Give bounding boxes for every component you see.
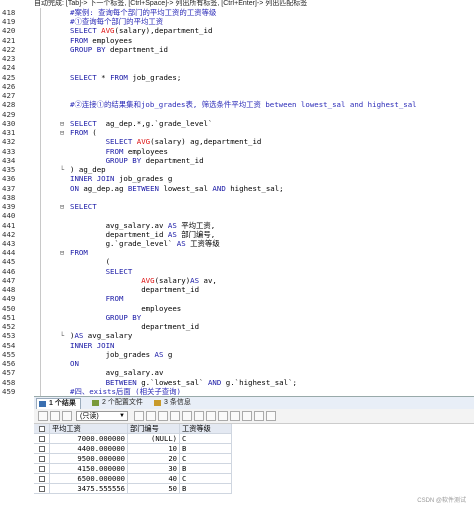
header-avg-salary[interactable]: 平均工资 (50, 424, 128, 434)
export-button[interactable] (38, 411, 48, 421)
table-cell[interactable]: 9500.000000 (50, 454, 128, 464)
grid-button-3[interactable] (158, 411, 168, 421)
watermark: CSDN @软件测试 (417, 498, 466, 504)
table-cell[interactable]: B (180, 464, 232, 474)
table-row[interactable]: 4400.000000 10 B (34, 444, 474, 454)
grid-button-4[interactable] (170, 411, 180, 421)
grid-icon (39, 401, 46, 407)
table-row[interactable]: 3475.555556 50 B (34, 484, 474, 494)
grid-button-12[interactable] (266, 411, 276, 421)
edit-mode-value: (只读) (80, 413, 99, 420)
table-row[interactable]: 6500.000000 40 C (34, 474, 474, 484)
table-cell[interactable]: B (180, 484, 232, 494)
table-cell[interactable]: 4150.000000 (50, 464, 128, 474)
results-tab-bar: 1 个结果 2 个配置文件 3 条信息 (34, 396, 474, 409)
row-checkbox[interactable] (39, 436, 45, 442)
row-checkbox[interactable] (39, 476, 45, 482)
table-cell[interactable]: 20 (128, 454, 180, 464)
grid-button-10[interactable] (242, 411, 252, 421)
sql-editor[interactable]: 418 #案例: 查询每个部门的平均工资的工资等级 419 #①查询每个部门的平均工资… (0, 8, 474, 396)
grid-button-6[interactable] (194, 411, 204, 421)
row-checkbox-cell (34, 484, 50, 494)
tab-results-label: 1 个结果 (49, 400, 76, 407)
line-number: 459 (2, 386, 16, 396)
table-cell[interactable]: C (180, 474, 232, 484)
row-checkbox[interactable] (39, 486, 45, 492)
grid-button-9[interactable] (230, 411, 240, 421)
info-icon (154, 400, 161, 406)
table-cell[interactable]: C (180, 454, 232, 464)
header-checkbox-cell (34, 424, 50, 434)
grid-header-row: 平均工资 部门编号 工资等级 (34, 424, 474, 434)
table-cell[interactable]: 50 (128, 484, 180, 494)
table-cell[interactable]: 6500.000000 (50, 474, 128, 484)
table-row[interactable]: 9500.000000 20 C (34, 454, 474, 464)
row-checkbox-cell (34, 454, 50, 464)
table-cell[interactable]: 40 (128, 474, 180, 484)
profile-icon (92, 400, 99, 406)
table-row[interactable]: 7000.000000 (NULL) C (34, 434, 474, 444)
table-row[interactable]: 4150.000000 30 B (34, 464, 474, 474)
row-checkbox-cell (34, 434, 50, 444)
edit-mode-select[interactable]: (只读) ▼ (76, 411, 128, 421)
table-cell[interactable]: (NULL) (128, 434, 180, 444)
table-cell[interactable]: C (180, 434, 232, 444)
row-checkbox[interactable] (39, 466, 45, 472)
table-cell[interactable]: 3475.555556 (50, 484, 128, 494)
grid-button-5[interactable] (182, 411, 192, 421)
table-view-button[interactable] (62, 411, 72, 421)
tab-messages[interactable]: 3 条信息 (152, 398, 195, 408)
row-checkbox[interactable] (39, 456, 45, 462)
results-toolbar: (只读) ▼ (34, 409, 474, 424)
code-line: 459 #四、exists后面 (相关子查询) (0, 387, 474, 396)
table-cell[interactable]: 30 (128, 464, 180, 474)
grid-button-8[interactable] (218, 411, 228, 421)
table-cell[interactable]: B (180, 444, 232, 454)
row-checkbox-cell (34, 464, 50, 474)
tab-profiles[interactable]: 2 个配置文件 (90, 398, 147, 408)
tab-results[interactable]: 1 个结果 (36, 398, 81, 409)
result-grid[interactable]: 平均工资 部门编号 工资等级 7000.000000 (NULL) C 4400.00… (34, 424, 474, 506)
tab-messages-label: 3 条信息 (164, 399, 191, 406)
table-cell[interactable]: 10 (128, 444, 180, 454)
grid-button-7[interactable] (206, 411, 216, 421)
row-checkbox-cell (34, 474, 50, 484)
copy-button[interactable] (50, 411, 60, 421)
autocomplete-hint-bar: 自动完成: [Tab]-> 下一个标签, [Ctrl+Space]-> 列出所有… (0, 0, 474, 8)
table-cell[interactable]: 7000.000000 (50, 434, 128, 444)
row-checkbox[interactable] (39, 446, 45, 452)
grid-button-2[interactable] (146, 411, 156, 421)
tab-profiles-label: 2 个配置文件 (102, 399, 143, 406)
header-dept-id[interactable]: 部门编号 (128, 424, 180, 434)
code-text: #四、exists后面 (相关子查询) (70, 386, 182, 396)
select-all-checkbox[interactable] (39, 426, 45, 432)
row-checkbox-cell (34, 444, 50, 454)
table-cell[interactable]: 4400.000000 (50, 444, 128, 454)
chevron-down-icon: ▼ (119, 413, 125, 419)
grid-button-11[interactable] (254, 411, 264, 421)
grid-button-1[interactable] (134, 411, 144, 421)
header-grade-level[interactable]: 工资等级 (180, 424, 232, 434)
